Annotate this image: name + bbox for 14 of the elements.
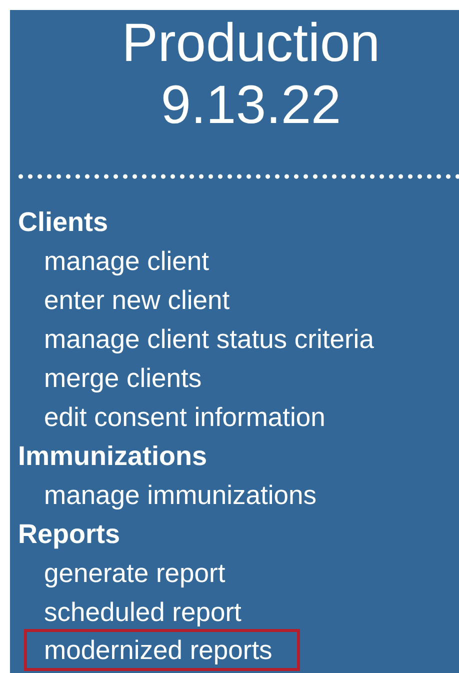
menu-link[interactable]: generate report (44, 554, 226, 593)
menu-link[interactable]: manage client status criteria (44, 320, 374, 359)
section-heading: Immunizations (18, 440, 208, 473)
version-number: 9.13.22 (160, 74, 342, 136)
menu-link[interactable]: edit consent information (44, 398, 326, 437)
menu-link[interactable]: manage client (44, 242, 209, 281)
section-heading: Clients (18, 206, 108, 239)
app-title: Production (122, 12, 380, 74)
menu-link[interactable]: merge clients (44, 359, 202, 398)
menu-link[interactable]: enter new client (44, 281, 230, 320)
menu-link[interactable]: scheduled report (44, 593, 242, 632)
menu-link[interactable]: modernized reports (24, 629, 300, 671)
menu-link[interactable]: manage immunizations (44, 476, 316, 515)
section-heading: Reports (18, 518, 120, 551)
